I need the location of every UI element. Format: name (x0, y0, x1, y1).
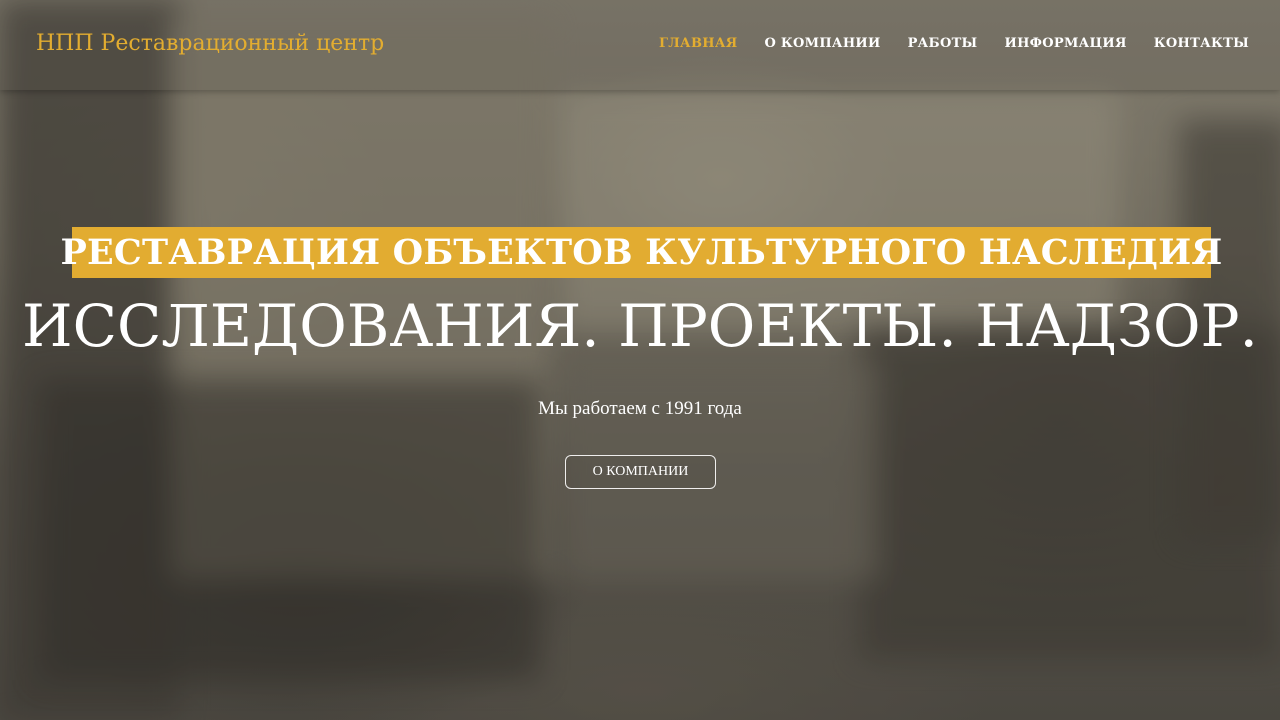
tagline-banner: РЕСТАВРАЦИЯ ОБЪЕКТОВ КУЛЬТУРНОГО НАСЛЕДИ… (61, 227, 1222, 278)
hero-headline: ИССЛЕДОВАНИЯ. ПРОЕКТЫ. НАДЗОР. (21, 292, 1258, 360)
hero-subtext: Мы работаем с 1991 года (538, 398, 742, 419)
hero-section: РЕСТАВРАЦИЯ ОБЪЕКТОВ КУЛЬТУРНОГО НАСЛЕДИ… (0, 0, 1280, 720)
hero-tagline: РЕСТАВРАЦИЯ ОБЪЕКТОВ КУЛЬТУРНОГО НАСЛЕДИ… (60, 232, 1223, 273)
about-company-button[interactable]: О КОМПАНИИ (565, 455, 716, 489)
